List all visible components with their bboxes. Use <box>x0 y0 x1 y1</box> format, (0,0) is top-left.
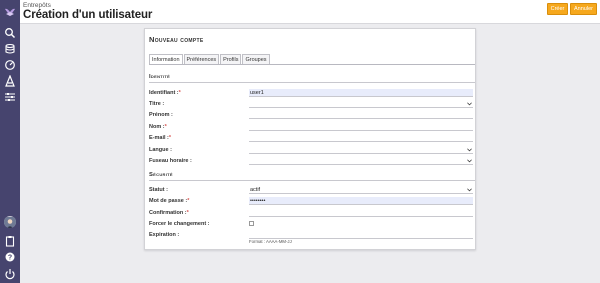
force-change-checkbox[interactable] <box>249 221 254 226</box>
svg-text:?: ? <box>8 255 12 262</box>
label-motdepasse: Mot de passe :* <box>149 198 190 204</box>
tab-profils[interactable]: Profils <box>220 54 242 64</box>
expiration-input[interactable] <box>249 231 473 239</box>
tab-information[interactable]: Information <box>149 54 183 64</box>
nom-input[interactable] <box>249 123 473 131</box>
expiration-format-hint: Format : AAAA-MM-JJ <box>249 239 292 244</box>
password-input[interactable]: •••••••• <box>249 197 473 205</box>
row-prenom: Prénom : <box>149 111 475 120</box>
label-expiration: Expiration : <box>149 232 180 238</box>
label-identifiant: Identifiant :* <box>149 90 181 96</box>
tab-groupes[interactable]: Groupes <box>242 54 270 64</box>
label-fuseau: Fuseau horaire : <box>149 158 192 164</box>
row-expiration: Expiration : <box>149 231 475 240</box>
row-langue: Langue : <box>149 146 475 155</box>
identifiant-input[interactable]: user1 <box>249 89 473 97</box>
label-forcer: Forcer le changement : <box>149 221 210 227</box>
statut-value: actif <box>250 187 261 193</box>
clipboard-icon[interactable] <box>3 234 17 248</box>
panel-title: Nouveau compte <box>149 35 204 44</box>
label-prenom: Prénom : <box>149 112 173 118</box>
row-titre: Titre : <box>149 100 475 109</box>
logo-icon[interactable] <box>3 5 17 19</box>
row-forcer: Forcer le changement : <box>149 220 475 229</box>
power-icon[interactable] <box>3 267 17 281</box>
email-input[interactable] <box>249 134 473 142</box>
tab-preferences[interactable]: Préférences <box>183 54 220 64</box>
langue-select[interactable] <box>249 146 473 154</box>
row-confirmation: Confirmation :* <box>149 209 475 218</box>
new-account-panel: Nouveau compte Information Préférences P… <box>144 28 476 250</box>
users-icon[interactable] <box>3 74 17 88</box>
row-identifiant: Identifiant :* user1 <box>149 89 475 98</box>
chevron-down-icon <box>467 148 472 152</box>
avatar[interactable] <box>4 216 16 228</box>
sidebar: ? <box>0 0 20 283</box>
label-titre: Titre : <box>149 101 165 107</box>
chevron-down-icon <box>467 159 472 163</box>
statut-select[interactable]: actif <box>249 186 473 194</box>
chevron-down-icon <box>467 188 472 192</box>
tab-divider <box>149 64 475 65</box>
chevron-down-icon <box>467 102 472 106</box>
fuseau-select[interactable] <box>249 157 473 165</box>
cancel-button[interactable]: Annuler <box>570 3 597 15</box>
label-statut: Statut : <box>149 187 168 193</box>
row-fuseau: Fuseau horaire : <box>149 157 475 166</box>
breadcrumb[interactable]: Entrepôts <box>23 2 51 9</box>
row-email: E-mail :* <box>149 134 475 143</box>
dashboard-icon[interactable] <box>3 58 17 72</box>
section-identity: Identité <box>149 74 475 83</box>
section-security: Sécurité <box>149 172 475 181</box>
tab-bar: Information Préférences Profils Groupes <box>149 54 270 64</box>
create-button[interactable]: Créer <box>547 3 568 15</box>
label-nom: Nom :* <box>149 124 167 130</box>
label-langue: Langue : <box>149 147 172 153</box>
header: Entrepôts Création d'un utilisateur Crée… <box>20 0 600 24</box>
database-icon[interactable] <box>3 42 17 56</box>
row-statut: Statut : actif <box>149 186 475 195</box>
row-nom: Nom :* <box>149 123 475 132</box>
titre-select[interactable] <box>249 100 473 108</box>
page-title: Création d'un utilisateur <box>23 9 153 21</box>
help-icon[interactable]: ? <box>3 250 17 264</box>
settings-icon[interactable] <box>3 90 17 104</box>
row-motdepasse: Mot de passe :* •••••••• <box>149 197 475 206</box>
prenom-input[interactable] <box>249 111 473 119</box>
label-email: E-mail :* <box>149 135 172 141</box>
search-icon[interactable] <box>3 26 17 40</box>
confirmation-input[interactable] <box>249 209 473 217</box>
label-confirmation: Confirmation :* <box>149 210 189 216</box>
